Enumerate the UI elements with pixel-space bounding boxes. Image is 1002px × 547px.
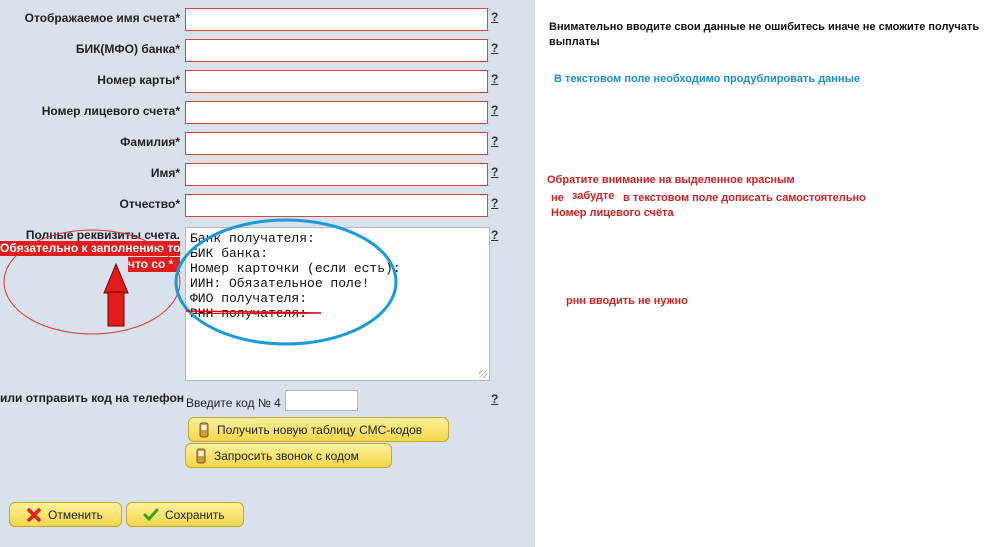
phone-icon <box>199 422 209 437</box>
help-link-bik[interactable]: ? <box>491 41 498 55</box>
get-sms-table-button[interactable]: Получить новую таблицу СМС-кодов <box>188 417 449 442</box>
checkmark-icon <box>143 508 159 521</box>
field-label-bik: БИК(МФО) банка* <box>75 42 180 56</box>
get-sms-table-label: Получить новую таблицу СМС-кодов <box>217 422 423 437</box>
field-label-surname: Фамилия* <box>120 135 180 149</box>
field-label-full-details: Полные реквизиты счета. <box>25 228 180 242</box>
save-button[interactable]: Сохранить <box>126 502 244 527</box>
details-line-iin: ИИН: Обязательное поле! <box>190 276 370 291</box>
details-line-bik: БИК банка: <box>190 246 269 261</box>
field-label-card-number: Номер карты* <box>97 73 180 87</box>
details-line-bank: Банк получателя: <box>190 231 315 246</box>
note-attention-1: Обратите внимание на выделенное красным <box>547 174 795 186</box>
details-line-fio: ФИО получателя: <box>190 291 308 306</box>
help-link-account-name[interactable]: ? <box>491 10 498 24</box>
required-note-bar: Обязательно к заполнению то, <box>0 241 180 256</box>
field-label-personal-account: Номер лицевого счета* <box>41 104 180 118</box>
phone-icon <box>196 448 206 463</box>
save-label: Сохранить <box>165 507 225 522</box>
account-name-input[interactable] <box>185 8 488 31</box>
cancel-label: Отменить <box>48 507 103 522</box>
note-duplicate: В текстовом поле необходимо продублирова… <box>554 73 861 85</box>
note-attention-2c: в текстовом поле дописать самостоятельно <box>623 192 866 204</box>
cancel-x-icon <box>27 507 41 522</box>
sms-code-input[interactable] <box>285 390 358 411</box>
help-link-full-details[interactable]: ? <box>491 228 498 242</box>
request-call-button[interactable]: Запросить звонок с кодом <box>185 443 392 468</box>
help-link-first-name[interactable]: ? <box>491 165 498 179</box>
resize-grip-icon[interactable] <box>479 370 487 378</box>
field-label-account-name: Отображаемое имя счета* <box>24 11 180 25</box>
personal-account-input[interactable] <box>185 101 488 124</box>
account-form-panel: Отображаемое имя счета* ? БИК(МФО) банка… <box>0 0 535 547</box>
sms-section-label: или отправить код на телефон <box>0 391 185 405</box>
field-label-patronymic: Отчество* <box>119 197 180 211</box>
first-name-input[interactable] <box>185 163 488 186</box>
help-link-patronymic[interactable]: ? <box>491 196 498 210</box>
note-rnn: рнн вводить не нужно <box>566 295 688 307</box>
help-link-sms[interactable]: ? <box>491 392 498 406</box>
help-link-card-number[interactable]: ? <box>491 72 498 86</box>
help-link-personal-account[interactable]: ? <box>491 103 498 117</box>
cancel-button[interactable]: Отменить <box>9 502 122 527</box>
bik-input[interactable] <box>185 39 488 62</box>
required-note-bar-continued: что со * <box>128 257 180 272</box>
card-number-input[interactable] <box>185 70 488 93</box>
sms-code-prompt: Введите код № 4 <box>186 396 281 410</box>
note-attention-2a: не <box>551 192 564 204</box>
note-attention-2b: забудте <box>572 190 615 202</box>
note-careful: Внимательно вводите свои данные не ошиби… <box>549 21 980 48</box>
help-link-surname[interactable]: ? <box>491 134 498 148</box>
details-line-card: Номер карточки (если есть): <box>190 261 401 276</box>
full-details-textarea[interactable]: Банк получателя: БИК банка: Номер карточ… <box>185 227 490 381</box>
patronymic-input[interactable] <box>185 194 488 217</box>
surname-input[interactable] <box>185 132 488 155</box>
note-attention-3: Номер лицевого счёта <box>551 207 674 219</box>
details-line-rnn: РНН получателя: <box>190 306 308 321</box>
field-label-first-name: Имя* <box>150 166 180 180</box>
request-call-label: Запросить звонок с кодом <box>214 448 359 463</box>
